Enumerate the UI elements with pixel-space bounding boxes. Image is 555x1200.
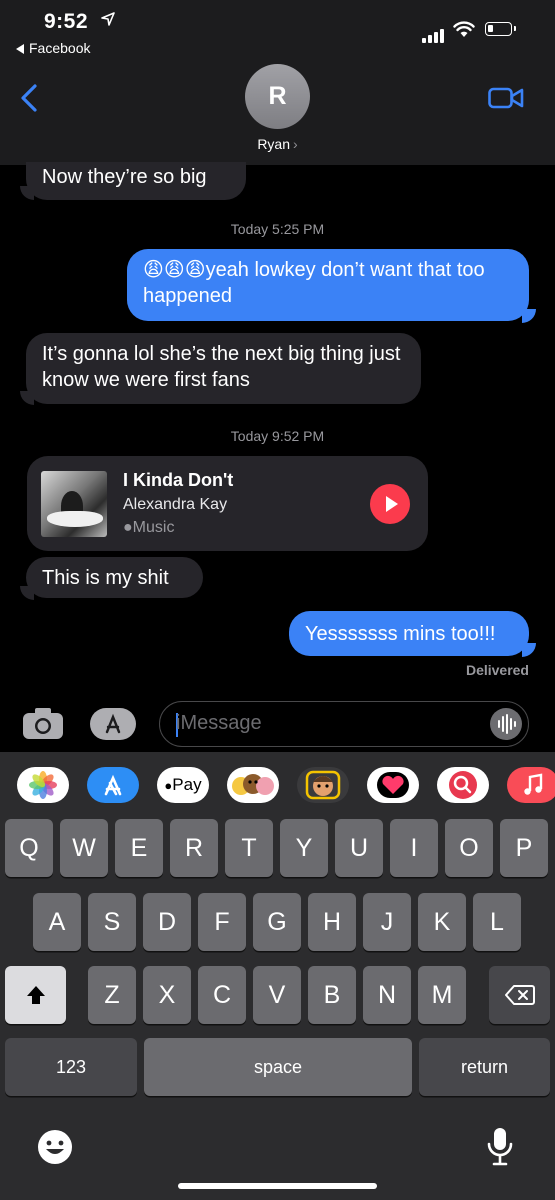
key-f[interactable]: F bbox=[198, 893, 246, 951]
app-store-icon bbox=[105, 713, 121, 734]
key-x[interactable]: X bbox=[143, 966, 191, 1024]
contact-name: Ryan bbox=[257, 136, 290, 152]
key-m[interactable]: M bbox=[418, 966, 466, 1024]
home-indicator[interactable] bbox=[178, 1183, 377, 1189]
key-v[interactable]: V bbox=[253, 966, 301, 1024]
key-p[interactable]: P bbox=[500, 819, 548, 877]
key-b[interactable]: B bbox=[308, 966, 356, 1024]
key-a[interactable]: A bbox=[33, 893, 81, 951]
message-text: Yesssssss mins too!!! bbox=[305, 623, 496, 645]
key-j[interactable]: J bbox=[363, 893, 411, 951]
music-app-icon[interactable] bbox=[507, 767, 555, 803]
bubble-tail bbox=[522, 643, 536, 657]
return-key[interactable]: return bbox=[419, 1038, 550, 1096]
bubble-tail bbox=[522, 309, 536, 323]
back-to-app-link[interactable]: Facebook bbox=[16, 40, 90, 56]
apple-logo-icon: ● bbox=[123, 519, 133, 536]
search-app-icon[interactable] bbox=[437, 767, 489, 803]
contact-avatar[interactable]: R bbox=[245, 64, 310, 129]
key-l[interactable]: L bbox=[473, 893, 521, 951]
numbers-key[interactable]: 123 bbox=[5, 1038, 137, 1096]
waveform-icon bbox=[498, 714, 516, 734]
key-y[interactable]: Y bbox=[280, 819, 328, 877]
status-time: 9:52 bbox=[44, 10, 89, 33]
app-store-app-icon[interactable] bbox=[87, 767, 139, 803]
back-app-label: Facebook bbox=[29, 40, 91, 56]
message-text: It’s gonna lol she’s the next big thing … bbox=[42, 343, 401, 391]
key-e[interactable]: E bbox=[115, 819, 163, 877]
space-key[interactable]: space bbox=[144, 1038, 412, 1096]
message-text: Now they’re so big bbox=[42, 166, 207, 188]
location-arrow-icon bbox=[101, 12, 115, 26]
input-placeholder: iMessage bbox=[176, 712, 262, 734]
bubble-tail bbox=[20, 186, 34, 200]
animoji-app-icon[interactable] bbox=[227, 767, 279, 803]
wifi-icon bbox=[453, 21, 475, 37]
key-g[interactable]: G bbox=[253, 893, 301, 951]
timestamp: Today 9:52 PM bbox=[230, 428, 325, 444]
song-title: I Kinda Don't bbox=[123, 470, 234, 490]
shift-arrow-icon bbox=[26, 986, 45, 1004]
contact-name-row[interactable]: Ryan › bbox=[0, 136, 555, 152]
dictation-microphone-icon[interactable] bbox=[486, 1126, 514, 1168]
play-icon bbox=[386, 496, 398, 512]
key-n[interactable]: N bbox=[363, 966, 411, 1024]
album-art bbox=[41, 471, 107, 537]
apple-logo-icon: ● bbox=[164, 777, 173, 793]
outgoing-message[interactable]: 😩😩😩yeah lowkey don’t want that too happe… bbox=[127, 249, 529, 321]
camera-icon[interactable] bbox=[22, 706, 64, 740]
key-k[interactable]: K bbox=[418, 893, 466, 951]
message-input[interactable]: iMessage bbox=[159, 701, 529, 747]
message-text: This is my shit bbox=[42, 567, 169, 589]
delivery-status: Delivered bbox=[465, 662, 529, 678]
emoji: 😩😩😩 bbox=[143, 259, 206, 281]
key-c[interactable]: C bbox=[198, 966, 246, 1024]
key-h[interactable]: H bbox=[308, 893, 356, 951]
shift-key[interactable] bbox=[5, 966, 66, 1024]
emoji-keyboard-icon[interactable] bbox=[36, 1128, 74, 1166]
battery-icon bbox=[485, 22, 516, 36]
key-s[interactable]: S bbox=[88, 893, 136, 951]
key-d[interactable]: D bbox=[143, 893, 191, 951]
incoming-message[interactable]: Now they’re so big bbox=[26, 162, 246, 200]
backspace-icon bbox=[504, 985, 535, 1005]
timestamp: Today 5:25 PM bbox=[230, 221, 325, 237]
photos-app-icon[interactable] bbox=[17, 767, 69, 803]
incoming-message[interactable]: It’s gonna lol she’s the next big thing … bbox=[26, 333, 421, 404]
key-t[interactable]: T bbox=[225, 819, 273, 877]
chevron-right-icon: › bbox=[293, 136, 298, 152]
bubble-tail bbox=[20, 586, 34, 600]
key-o[interactable]: O bbox=[445, 819, 493, 877]
key-w[interactable]: W bbox=[60, 819, 108, 877]
key-r[interactable]: R bbox=[170, 819, 218, 877]
digital-touch-app-icon[interactable] bbox=[367, 767, 419, 803]
key-q[interactable]: Q bbox=[5, 819, 53, 877]
app-store-drawer-button[interactable] bbox=[90, 708, 136, 740]
music-service: ●Music bbox=[123, 519, 175, 536]
apple-pay-app-icon[interactable]: ● Pay bbox=[157, 767, 209, 803]
memoji-app-icon[interactable] bbox=[297, 767, 349, 803]
incoming-message[interactable]: This is my shit bbox=[26, 557, 203, 598]
back-triangle-icon bbox=[16, 44, 24, 55]
play-button[interactable] bbox=[370, 484, 410, 524]
conversation-header: 9:52 Facebook R Ryan › bbox=[0, 0, 555, 165]
bubble-tail bbox=[20, 391, 34, 405]
video-call-icon[interactable] bbox=[488, 86, 524, 110]
key-z[interactable]: Z bbox=[88, 966, 136, 1024]
back-chevron-icon[interactable] bbox=[20, 84, 38, 112]
audio-message-button[interactable] bbox=[490, 708, 522, 740]
key-i[interactable]: I bbox=[390, 819, 438, 877]
cellular-signal-icon bbox=[422, 25, 446, 43]
song-artist: Alexandra Kay bbox=[123, 496, 228, 513]
delete-key[interactable] bbox=[489, 966, 550, 1024]
outgoing-message[interactable]: Yesssssss mins too!!! bbox=[289, 611, 529, 656]
key-u[interactable]: U bbox=[335, 819, 383, 877]
